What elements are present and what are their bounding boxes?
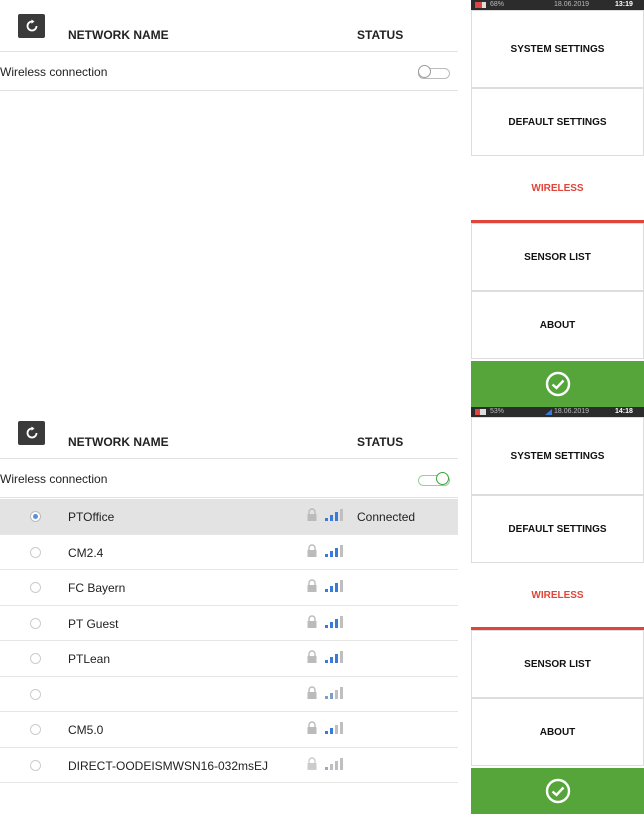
settings-menu: 53% 18.06.2019 14:18 SYSTEM SETTINGS DEF… xyxy=(471,407,644,814)
battery-icon xyxy=(475,409,486,415)
status-bar: 68% 18.06.2019 13:19 xyxy=(471,0,644,10)
network-panel: NETWORK NAME STATUS Wireless connection … xyxy=(0,407,466,814)
wifi-signal-icon xyxy=(325,757,343,770)
menu-sensor-list[interactable]: SENSOR LIST xyxy=(471,630,644,698)
lock-icon xyxy=(307,721,317,734)
network-row[interactable]: DIRECT-OODEISMWSN16-032msEJ xyxy=(0,748,458,783)
network-status: Connected xyxy=(357,510,416,524)
lock-icon xyxy=(307,650,317,663)
network-row[interactable]: PTLean xyxy=(0,641,458,677)
cellular-signal-icon xyxy=(545,409,552,415)
lock-icon xyxy=(307,543,317,557)
divider xyxy=(0,497,458,498)
wifi-signal-icon xyxy=(325,686,343,699)
menu-wireless[interactable]: WIRELESS xyxy=(471,563,644,630)
wifi-signal-icon xyxy=(325,615,343,628)
network-name: FC Bayern xyxy=(68,581,126,595)
network-radio[interactable] xyxy=(30,759,41,771)
wireless-toggle[interactable] xyxy=(418,65,450,79)
refresh-button[interactable] xyxy=(18,421,45,445)
network-header: NETWORK NAME STATUS xyxy=(0,407,458,457)
wifi-signal-icon xyxy=(325,722,343,734)
network-row[interactable]: PTOffice Connected xyxy=(0,499,458,535)
wifi-signal-icon xyxy=(325,651,343,663)
lock-icon xyxy=(307,685,317,699)
network-name: PT Guest xyxy=(68,616,119,631)
network-radio[interactable] xyxy=(30,617,41,629)
toggle-knob xyxy=(418,65,431,78)
menu-system-settings[interactable]: SYSTEM SETTINGS xyxy=(471,417,644,495)
lock-icon xyxy=(307,508,317,521)
network-row[interactable]: CM2.4 xyxy=(0,535,458,570)
network-name: PTLean xyxy=(68,652,111,666)
settings-menu: 68% 18.06.2019 13:19 SYSTEM SETTINGS DEF… xyxy=(471,0,644,407)
toggle-knob xyxy=(436,472,449,485)
network-name: DIRECT-OODEISMWSN16-032msEJ xyxy=(68,758,269,773)
wifi-signal-icon xyxy=(325,544,343,557)
menu-about[interactable]: ABOUT xyxy=(471,291,644,359)
network-panel: NETWORK NAME STATUS Wireless connection xyxy=(0,0,466,407)
status-time: 13:19 xyxy=(615,1,633,8)
wireless-connection-label: Wireless connection xyxy=(0,65,108,79)
network-name: PTOffice xyxy=(68,510,115,524)
battery-percent: 68% xyxy=(490,1,505,8)
menu-default-settings[interactable]: DEFAULT SETTINGS xyxy=(471,88,644,156)
network-row[interactable]: PT Guest xyxy=(0,606,458,641)
wireless-connection-row: Wireless connection xyxy=(0,459,458,497)
menu-sensor-list[interactable]: SENSOR LIST xyxy=(471,223,644,291)
divider xyxy=(0,90,458,91)
column-header-status: STATUS xyxy=(357,28,404,42)
lock-icon xyxy=(307,614,317,628)
menu-wireless[interactable]: WIRELESS xyxy=(471,156,644,223)
wifi-signal-icon xyxy=(325,580,343,592)
refresh-icon xyxy=(26,19,37,32)
column-header-network-name: NETWORK NAME xyxy=(68,28,169,42)
wireless-screen-off: NETWORK NAME STATUS Wireless connection … xyxy=(0,0,644,407)
network-header: NETWORK NAME STATUS xyxy=(0,0,458,50)
status-date: 18.06.2019 xyxy=(554,408,590,415)
network-radio[interactable] xyxy=(30,653,41,664)
network-radio[interactable] xyxy=(30,546,41,558)
check-circle-icon xyxy=(545,778,570,804)
battery-icon xyxy=(475,2,486,8)
network-row[interactable]: FC Bayern xyxy=(0,570,458,606)
wireless-connection-row: Wireless connection xyxy=(0,52,458,90)
status-date: 18.06.2019 xyxy=(554,1,590,8)
check-circle-icon xyxy=(545,371,570,397)
status-bar: 53% 18.06.2019 14:18 xyxy=(471,407,644,417)
network-radio[interactable] xyxy=(30,511,41,522)
wifi-signal-icon xyxy=(325,509,343,521)
confirm-button[interactable] xyxy=(471,361,644,407)
battery-percent: 53% xyxy=(490,408,505,415)
network-list: PTOffice Connected CM2.4 FC Bayern PT Gu… xyxy=(0,499,458,783)
network-row[interactable] xyxy=(0,677,458,712)
menu-default-settings[interactable]: DEFAULT SETTINGS xyxy=(471,495,644,563)
network-name: CM5.0 xyxy=(68,723,104,737)
network-name: CM2.4 xyxy=(68,545,104,560)
menu-about[interactable]: ABOUT xyxy=(471,698,644,766)
status-time: 14:18 xyxy=(615,408,633,415)
wireless-connection-label: Wireless connection xyxy=(0,472,108,486)
lock-icon xyxy=(307,756,317,770)
network-radio[interactable] xyxy=(30,582,41,593)
wireless-toggle[interactable] xyxy=(418,472,450,486)
network-radio[interactable] xyxy=(30,688,41,700)
menu-system-settings[interactable]: SYSTEM SETTINGS xyxy=(471,10,644,88)
refresh-icon xyxy=(26,426,37,439)
wireless-screen-on: NETWORK NAME STATUS Wireless connection … xyxy=(0,407,644,814)
confirm-button[interactable] xyxy=(471,768,644,814)
column-header-status: STATUS xyxy=(357,435,404,449)
refresh-button[interactable] xyxy=(18,14,45,38)
lock-icon xyxy=(307,579,317,592)
network-radio[interactable] xyxy=(30,724,41,735)
column-header-network-name: NETWORK NAME xyxy=(68,435,169,449)
network-row[interactable]: CM5.0 xyxy=(0,712,458,748)
